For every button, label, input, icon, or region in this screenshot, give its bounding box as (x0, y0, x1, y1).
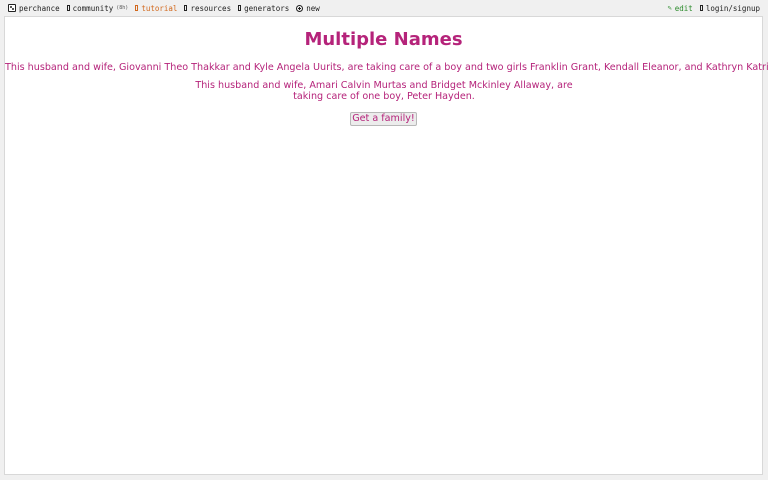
nav-item-perchance-label: perchance (19, 3, 60, 13)
pencil-icon: ✎ (667, 3, 672, 12)
nav-item-login-label: login/signup (705, 3, 760, 13)
nav-left-group: perchance community (8h) tutorial resour… (8, 2, 320, 14)
dice-icon (8, 4, 16, 12)
nav-item-new[interactable]: new (296, 4, 320, 13)
generator-output-panel: Multiple Names This husband and wife, Gi… (4, 16, 768, 475)
nav-item-generators-label: generators (244, 3, 290, 13)
nav-item-tutorial-label: tutorial (141, 3, 178, 13)
nav-item-edit[interactable]: ✎ edit (668, 4, 693, 13)
family-paragraph-2: This husband and wife, Amari Calvin Murt… (195, 80, 573, 102)
nav-item-tutorial[interactable]: tutorial (135, 4, 177, 13)
nav-item-login[interactable]: login/signup (699, 3, 760, 13)
family-paragraph-1: This husband and wife, Giovanni Theo Tha… (5, 62, 768, 73)
top-navigation-bar: perchance community (8h) tutorial resour… (0, 0, 768, 16)
get-family-button[interactable]: Get a family! (350, 112, 417, 126)
community-badge: (8h) (116, 5, 129, 11)
nav-item-edit-label: edit (674, 3, 693, 13)
nav-item-community[interactable]: community (8h) (66, 3, 129, 13)
book-icon (135, 5, 139, 11)
user-icon (699, 5, 703, 11)
page-title: Multiple Names (304, 29, 463, 50)
generators-icon (238, 5, 242, 11)
nav-right-group: ✎ edit login/signup (668, 2, 760, 14)
plus-circle-icon (296, 4, 304, 12)
chat-icon (66, 5, 70, 11)
nav-item-new-label: new (306, 3, 320, 13)
nav-item-resources-label: resources (190, 3, 232, 13)
nav-item-community-label: community (72, 3, 114, 13)
nav-item-resources[interactable]: resources (184, 4, 231, 13)
resources-icon (184, 5, 188, 11)
nav-item-perchance[interactable]: perchance (8, 4, 60, 13)
nav-item-generators[interactable]: generators (238, 4, 289, 13)
